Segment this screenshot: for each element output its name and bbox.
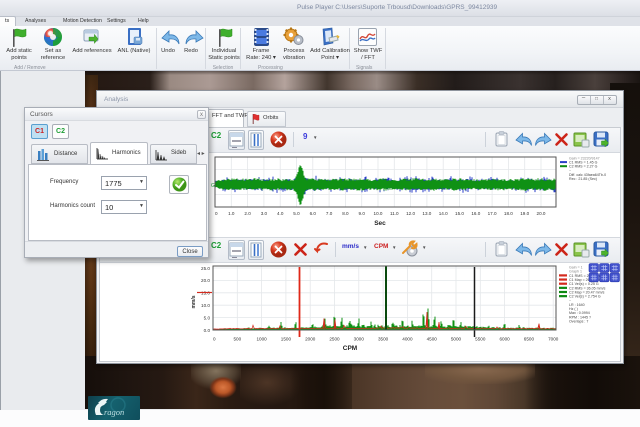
svg-text:6500: 6500 <box>524 337 535 342</box>
svg-text:4500: 4500 <box>427 337 438 342</box>
svg-text:6000: 6000 <box>499 337 510 342</box>
svg-text:2000: 2000 <box>305 337 316 342</box>
svg-text:500: 500 <box>233 337 241 342</box>
svg-text:CPM: CPM <box>343 345 357 352</box>
svg-text:20.0: 20.0 <box>201 278 210 283</box>
svg-text:10.0: 10.0 <box>201 303 210 308</box>
svg-text:0.0: 0.0 <box>204 328 211 333</box>
svg-text:5.0: 5.0 <box>204 315 211 320</box>
svg-text:Overlaps : 7: Overlaps : 7 <box>569 319 588 323</box>
svg-text:2500: 2500 <box>329 337 340 342</box>
svg-text:25.0: 25.0 <box>201 266 210 271</box>
svg-text:5000: 5000 <box>451 337 462 342</box>
svg-text:1500: 1500 <box>281 337 292 342</box>
svg-text:1000: 1000 <box>256 337 267 342</box>
svg-text:C2 Vel(s) = 2.754 G: C2 Vel(s) = 2.754 G <box>569 295 601 299</box>
svg-text:4000: 4000 <box>402 337 413 342</box>
svg-text:3500: 3500 <box>378 337 389 342</box>
svg-text:7000: 7000 <box>548 337 559 342</box>
svg-text:3000: 3000 <box>354 337 365 342</box>
svg-text:mm/s: mm/s <box>191 295 197 308</box>
svg-text:5500: 5500 <box>475 337 486 342</box>
svg-text:0: 0 <box>213 337 216 342</box>
